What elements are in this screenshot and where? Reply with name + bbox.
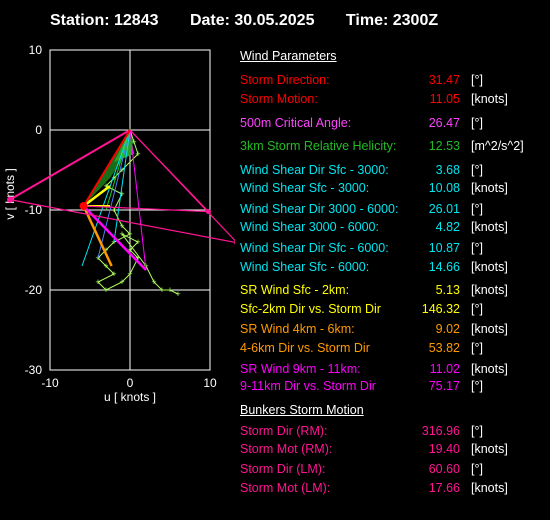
param-value: 19.40 <box>428 442 460 456</box>
param-unit: [°] <box>471 116 483 130</box>
param-value: 11.02 <box>429 362 460 376</box>
storm-motion-point <box>79 202 88 210</box>
x-tick-label: 0 <box>127 376 134 390</box>
bunkers-rm-point <box>7 196 13 203</box>
param-unit: [°] <box>471 202 483 216</box>
param-unit: [knots] <box>471 220 508 234</box>
param-value: 10.08 <box>428 181 460 195</box>
param-unit: [°] <box>471 302 483 316</box>
param-value: 4.82 <box>435 220 460 234</box>
y-tick-label: 10 <box>29 43 43 57</box>
trace-marker: + <box>159 285 164 295</box>
trace-marker: + <box>135 149 140 159</box>
y-axis-label: v [ knots ] <box>3 168 17 219</box>
param-label: 500m Critical Angle: <box>240 116 352 130</box>
param-value: 9.02 <box>435 322 460 336</box>
y-tick-label: -30 <box>25 363 43 377</box>
param-label: Storm Mot (RM): <box>240 442 333 456</box>
param-value: 26.01 <box>428 202 460 216</box>
param-label: 4-6km Dir vs. Storm Dir <box>240 341 370 355</box>
param-label: 9-11km Dir vs. Storm Dir <box>240 379 376 393</box>
param-unit: [°] <box>471 241 483 255</box>
y-tick-label: -20 <box>25 283 43 297</box>
station-label: Station: 12843 <box>50 12 159 29</box>
x-tick-label: 10 <box>203 376 217 390</box>
param-unit: [°] <box>471 462 483 476</box>
param-value: 5.13 <box>435 283 460 297</box>
param-label: SR Wind 9km - 11km: <box>240 362 361 376</box>
trace-marker: + <box>135 237 140 247</box>
param-label: Storm Direction: <box>240 73 330 87</box>
x-tick-label: -10 <box>41 376 59 390</box>
wind-parameters-title: Wind Parameters <box>240 49 337 63</box>
trace-marker: + <box>119 229 124 239</box>
param-unit: [knots] <box>471 481 508 495</box>
param-unit: [knots] <box>471 92 508 106</box>
param-label: Sfc-2km Dir vs. Storm Dir <box>240 302 381 316</box>
param-label: Wind Shear Sfc - 3000: <box>240 181 370 195</box>
header: Station: 12843 Date: 30.05.2025 Time: 23… <box>50 12 465 30</box>
param-value: 10.87 <box>428 241 460 255</box>
param-value: 11.05 <box>429 92 460 106</box>
param-value: 53.82 <box>428 341 460 355</box>
param-label: Storm Mot (LM): <box>240 481 331 495</box>
param-label: Wind Shear 3000 - 6000: <box>240 220 379 234</box>
trace-marker: + <box>111 205 116 215</box>
param-value: 14.66 <box>428 260 460 274</box>
param-label: Storm Dir (LM): <box>240 462 326 476</box>
param-unit: [knots] <box>471 181 508 195</box>
time-label: Time: 2300Z <box>345 12 439 29</box>
param-label: Wind Shear Dir Sfc - 3000: <box>240 163 389 177</box>
param-unit: [m^2/s^2] <box>471 139 524 153</box>
bunkers-title: Bunkers Storm Motion <box>240 403 364 417</box>
param-label: 3km Storm Relative Helicity: <box>240 139 397 153</box>
param-unit: [knots] <box>471 442 508 456</box>
hodograph-chart: -10 0 10100-10-20-30u [ knots ]v [ knots ]… <box>3 43 235 404</box>
trace-marker: + <box>127 229 132 239</box>
x-axis-label: u [ knots ] <box>104 390 156 404</box>
trace-marker: + <box>103 261 108 271</box>
param-unit: [°] <box>471 73 483 87</box>
param-unit: [°] <box>471 163 483 177</box>
param-label: Wind Shear Dir 3000 - 6000: <box>240 202 399 216</box>
param-label: SR Wind Sfc - 2km: <box>240 283 350 297</box>
trace-marker: + <box>119 277 124 287</box>
param-unit: [°] <box>471 341 483 355</box>
param-value: 60.60 <box>428 462 460 476</box>
trace-marker: + <box>111 269 116 279</box>
trace-marker: + <box>127 269 132 279</box>
y-tick-label: 0 <box>35 123 42 137</box>
param-value: 75.17 <box>428 379 460 393</box>
trace-marker: + <box>167 285 172 295</box>
param-value: 12.53 <box>428 139 460 153</box>
param-unit: [°] <box>471 379 483 393</box>
trace-marker: + <box>95 277 100 287</box>
param-value: 316.96 <box>421 424 460 438</box>
trace-marker: + <box>103 285 108 295</box>
param-unit: [°] <box>471 424 483 438</box>
param-label: Wind Shear Sfc - 6000: <box>240 260 370 274</box>
param-value: 146.32 <box>421 302 460 316</box>
param-value: 17.66 <box>428 481 460 495</box>
param-label: Storm Dir (RM): <box>240 424 328 438</box>
param-label: Wind Shear Dir Sfc - 6000: <box>240 241 389 255</box>
param-value: 3.68 <box>435 163 460 177</box>
param-value: 26.47 <box>428 116 460 130</box>
date-label: Date: 30.05.2025 <box>189 12 315 29</box>
trace-marker: + <box>175 289 180 299</box>
param-unit: [knots] <box>471 260 508 274</box>
param-label: Storm Motion: <box>240 92 318 106</box>
right-mover-point <box>205 209 211 215</box>
param-unit: [knots] <box>471 362 508 376</box>
param-value: 31.47 <box>428 73 460 87</box>
param-label: SR Wind 4km - 6km: <box>240 322 355 336</box>
param-unit: [knots] <box>471 322 508 336</box>
trace-marker: + <box>151 277 156 287</box>
param-unit: [knots] <box>471 283 508 297</box>
